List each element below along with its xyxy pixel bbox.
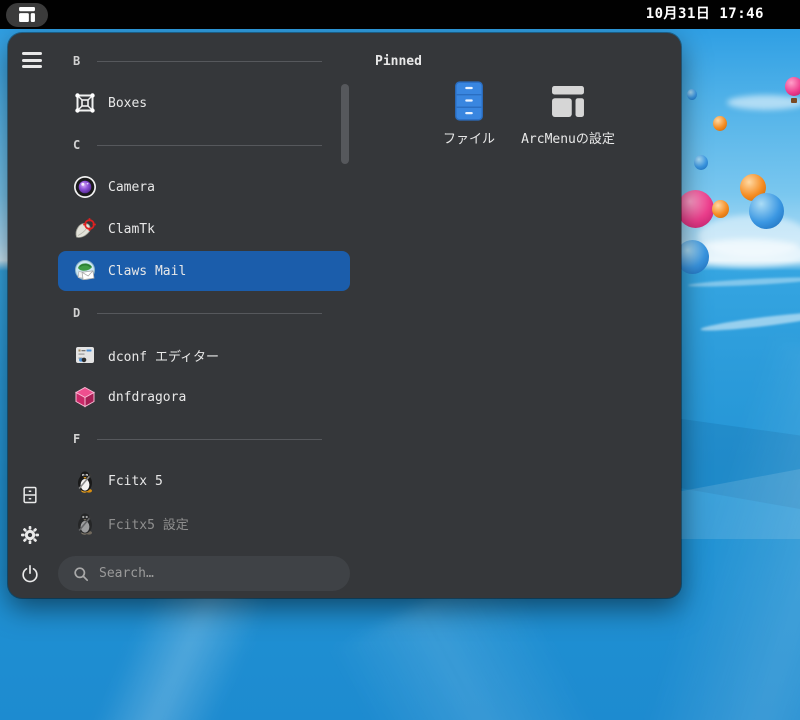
app-list-scrollbar[interactable] xyxy=(341,84,349,164)
section-header-c: C xyxy=(58,125,350,165)
file-cabinet-button[interactable] xyxy=(20,485,42,507)
pinned-header: Pinned xyxy=(375,54,422,69)
app-label: Camera xyxy=(108,180,155,195)
section-header-f: F xyxy=(58,419,350,459)
balloon-blue-small xyxy=(687,89,697,100)
files-icon xyxy=(421,79,517,123)
dconf-editor-icon xyxy=(73,343,97,367)
arcmenu-popup: B Boxes C xyxy=(8,33,681,598)
section-divider xyxy=(97,313,322,314)
app-item-dconf-editor[interactable]: dconf エディター xyxy=(58,335,350,375)
balloon-blue-big xyxy=(749,193,784,229)
balloon-orange-mid xyxy=(712,200,729,218)
pinned-item-files[interactable]: ファイル xyxy=(421,79,517,150)
app-label: Boxes xyxy=(108,96,147,111)
arcmenu-settings-icon xyxy=(520,79,616,123)
search-icon xyxy=(73,566,89,582)
settings-button[interactable] xyxy=(20,525,42,547)
arcmenu-icon xyxy=(17,7,37,22)
pinned-item-arcmenu-settings[interactable]: ArcMenuの設定 xyxy=(520,79,616,150)
app-label: dconf エディター xyxy=(108,346,219,365)
road-curve-far xyxy=(688,276,800,289)
app-item-dnfdragora[interactable]: dnfdragora xyxy=(58,377,350,417)
top-bar: 10月31日 17:46 xyxy=(0,0,800,29)
section-header-b: B xyxy=(58,41,350,81)
app-item-boxes[interactable]: Boxes xyxy=(58,83,350,123)
boxes-icon xyxy=(73,91,97,115)
app-label: Fcitx5 設定 xyxy=(108,514,189,533)
road-curve-mid xyxy=(700,309,800,334)
camera-icon xyxy=(73,175,97,199)
balloon-blue-mid xyxy=(694,155,708,170)
search-bar[interactable] xyxy=(58,556,350,591)
section-divider xyxy=(97,61,322,62)
search-input[interactable] xyxy=(99,566,338,581)
section-divider xyxy=(97,145,322,146)
gear-icon xyxy=(20,525,40,545)
power-button[interactable] xyxy=(20,564,42,586)
arcmenu-panel-button[interactable] xyxy=(6,3,48,27)
app-item-claws-mail[interactable]: Claws Mail xyxy=(58,251,350,291)
app-label: Fcitx 5 xyxy=(108,474,163,489)
balloon-orange-small xyxy=(713,116,727,131)
power-icon xyxy=(20,564,40,584)
app-label: ClamTk xyxy=(108,222,155,237)
clock[interactable]: 10月31日 17:46 xyxy=(646,0,764,29)
hot-air-balloon xyxy=(785,77,800,96)
fcitx5-config-icon xyxy=(73,511,97,535)
dnfdragora-icon xyxy=(73,385,97,409)
hot-air-balloon-basket xyxy=(791,98,797,103)
file-cabinet-icon xyxy=(20,485,40,505)
pinned-item-label: ファイル xyxy=(421,131,517,150)
menu-hamburger-button[interactable] xyxy=(22,52,42,68)
app-item-fcitx5[interactable]: Fcitx 5 xyxy=(58,461,350,501)
app-item-camera[interactable]: Camera xyxy=(58,167,350,207)
claws-mail-icon xyxy=(73,259,97,283)
app-label: dnfdragora xyxy=(108,390,186,405)
app-label: Claws Mail xyxy=(108,264,186,279)
fcitx5-icon xyxy=(73,469,97,493)
app-item-fcitx5-config[interactable]: Fcitx5 設定 xyxy=(58,503,350,543)
section-header-d: D xyxy=(58,293,350,333)
cloud xyxy=(727,95,800,110)
balloon-pink-big xyxy=(677,190,714,228)
desktop: 10月31日 17:46 B xyxy=(0,0,800,720)
clamtk-icon xyxy=(73,217,97,241)
pinned-item-label: ArcMenuの設定 xyxy=(520,131,616,150)
section-divider xyxy=(97,439,322,440)
app-item-clamtk[interactable]: ClamTk xyxy=(58,209,350,249)
